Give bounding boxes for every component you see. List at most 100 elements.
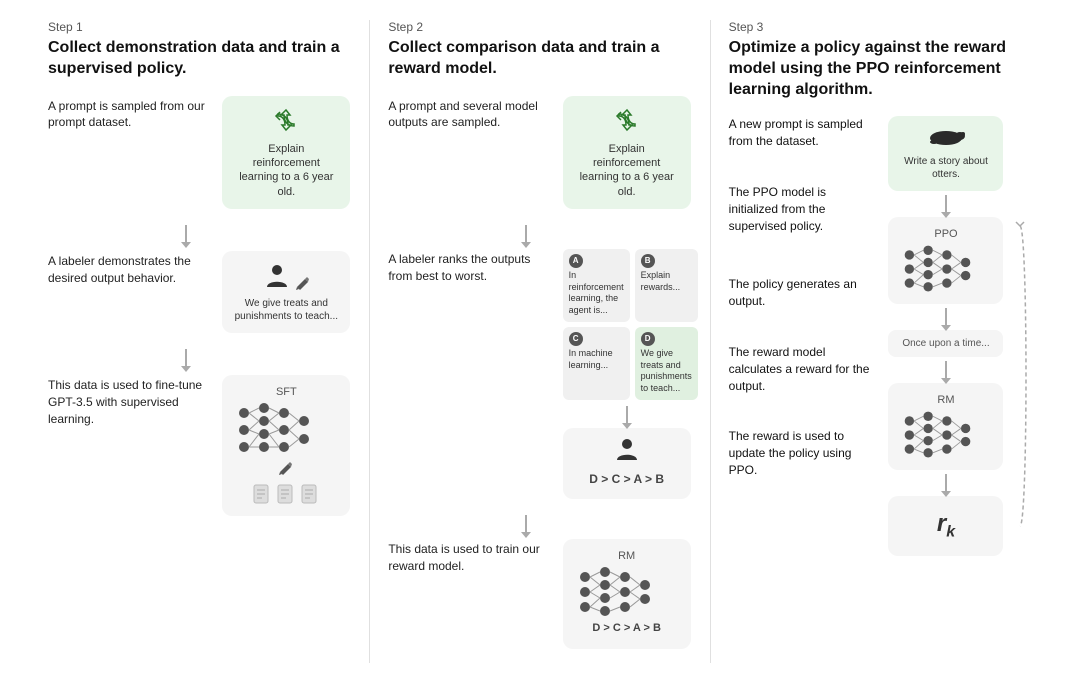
recycle-icon2 [613, 106, 641, 134]
step2-arrow2 [525, 515, 527, 533]
step2-text2: A labeler ranks the outputs from best to… [388, 249, 549, 285]
comp-c: C In machine learning... [563, 327, 630, 400]
step1-column: Step 1 Collect demonstration data and tr… [30, 20, 370, 663]
reward-k: k [946, 524, 955, 541]
rm-neural-net [575, 567, 655, 617]
step3-content: A new prompt is sampled from the dataset… [729, 116, 1032, 555]
reward-r: r [937, 510, 946, 537]
comp-c-letter: C [569, 332, 583, 346]
rm2-label: RM [900, 393, 991, 407]
step3-reward-box: rk [888, 496, 1003, 555]
comp-d-text: We give treats and punishments to teach.… [641, 348, 692, 395]
rank-text: D > C > A > B [571, 472, 683, 488]
step3-arrow2 [945, 308, 947, 326]
step3-arrow3 [945, 361, 947, 379]
sft-label: SFT [234, 385, 338, 399]
step3-text3: The policy generates an output. [729, 276, 878, 338]
step1-visual3: SFT [221, 375, 351, 516]
step2-visual3: RM [562, 539, 692, 649]
step3-rm-box: RM [888, 383, 1003, 470]
step3-feedback-arrow [1010, 116, 1032, 555]
step3-ppo-box: PPO [888, 217, 1003, 304]
step2-prompt-box: Explain reinforcement learning to a 6 ye… [563, 96, 691, 209]
sft-neural-net [234, 403, 314, 458]
rm2-neural-net [900, 410, 975, 460]
step1-sft-box: SFT [222, 375, 350, 516]
step3-text4: The reward model calculates a reward for… [729, 344, 878, 422]
step3-text5: The reward is used to update the policy … [729, 428, 878, 478]
step3-otter-text: Write a story about otters. [900, 155, 991, 181]
step3-visuals-container: Write a story about otters. PPO [886, 116, 1032, 555]
step1-visual2: We give treats and punishments to teach.… [221, 251, 351, 333]
step3-arrow1 [945, 195, 947, 213]
step2-text1: A prompt and several model outputs are s… [388, 96, 549, 132]
feedback-arrow-svg [1010, 206, 1032, 546]
step2-title: Collect comparison data and train a rewa… [388, 38, 691, 80]
comp-a: A In reinforcement learning, the agent i… [563, 249, 630, 322]
step2-arrow1 [525, 225, 527, 243]
comparison-grid: A In reinforcement learning, the agent i… [563, 249, 691, 400]
comp-b-letter: B [641, 254, 655, 268]
pencil-icon2 [278, 460, 294, 476]
step3-text1: A new prompt is sampled from the dataset… [729, 116, 878, 178]
step1-labeler-text: We give treats and punishments to teach.… [234, 297, 338, 323]
step1-prompt-text: Explain reinforcement learning to a 6 ye… [234, 142, 338, 199]
step2-rm-box: RM [563, 539, 691, 649]
step3-output-text: Once upon a time... [898, 338, 993, 349]
step1-text1: A prompt is sampled from our prompt data… [48, 96, 209, 132]
step3-visuals-main: Write a story about otters. PPO [886, 116, 1006, 555]
step3-text2: The PPO model is initialized from the su… [729, 184, 878, 270]
step1-text2: A labeler demonstrates the desired outpu… [48, 251, 209, 287]
step3-otter-box: Write a story about otters. [888, 116, 1003, 190]
ppo-neural-net [900, 244, 975, 294]
person-icon2 [613, 436, 641, 464]
pencil-icon [295, 275, 311, 291]
rm-rank-text: D > C > A > B [575, 621, 679, 635]
step2-row1: A prompt and several model outputs are s… [388, 96, 691, 209]
step1-text3: This data is used to fine-tune GPT-3.5 w… [48, 375, 209, 427]
step2-rank-box: D > C > A > B [563, 428, 691, 500]
comp-d-letter: D [641, 332, 655, 346]
recycle-icon [272, 106, 300, 134]
step3-texts: A new prompt is sampled from the dataset… [729, 116, 878, 555]
doc-icon3 [300, 484, 320, 506]
doc-icon1 [252, 484, 272, 506]
docs-row [234, 484, 338, 506]
step2-text3: This data is used to train our reward mo… [388, 539, 549, 575]
comp-b-text: Explain rewards... [641, 270, 692, 293]
step1-title: Collect demonstration data and train a s… [48, 38, 351, 80]
main-container: Step 1 Collect demonstration data and tr… [0, 0, 1080, 683]
step2-row2: A labeler ranks the outputs from best to… [388, 249, 691, 499]
step1-row1: A prompt is sampled from our prompt data… [48, 96, 351, 209]
comp-c-text: In machine learning... [569, 348, 624, 371]
step1-row2: A labeler demonstrates the desired outpu… [48, 251, 351, 333]
comp-b: B Explain rewards... [635, 249, 698, 322]
comp-a-letter: A [569, 254, 583, 268]
step2-label: Step 2 [388, 20, 691, 34]
step3-output-box: Once upon a time... [888, 330, 1003, 357]
step2-prompt-text: Explain reinforcement learning to a 6 ye… [575, 142, 679, 199]
step2-visual1: Explain reinforcement learning to a 6 ye… [562, 96, 692, 209]
step3-title: Optimize a policy against the reward mod… [729, 38, 1032, 100]
comp-a-text: In reinforcement learning, the agent is.… [569, 270, 624, 317]
step3-column: Step 3 Optimize a policy against the rew… [711, 20, 1050, 663]
ppo-label: PPO [900, 227, 991, 241]
step1-row3: This data is used to fine-tune GPT-3.5 w… [48, 375, 351, 516]
step2-column: Step 2 Collect comparison data and train… [370, 20, 710, 663]
step1-arrow1 [185, 225, 187, 243]
doc-icon2 [276, 484, 296, 506]
step2-row3: This data is used to train our reward mo… [388, 539, 691, 649]
step3-arrow4 [945, 474, 947, 492]
otter-icon [926, 126, 966, 146]
step1-visual1: Explain reinforcement learning to a 6 ye… [221, 96, 351, 209]
person-icon [262, 261, 292, 291]
step2-visual2: A In reinforcement learning, the agent i… [562, 249, 692, 499]
rm-label: RM [575, 549, 679, 563]
step1-arrow2 [185, 349, 187, 367]
step3-label: Step 3 [729, 20, 1032, 34]
step1-prompt-box: Explain reinforcement learning to a 6 ye… [222, 96, 350, 209]
step1-label: Step 1 [48, 20, 351, 34]
step2-arrow-rank [626, 406, 628, 424]
step1-labeler-box: We give treats and punishments to teach.… [222, 251, 350, 333]
comp-d: D We give treats and punishments to teac… [635, 327, 698, 400]
